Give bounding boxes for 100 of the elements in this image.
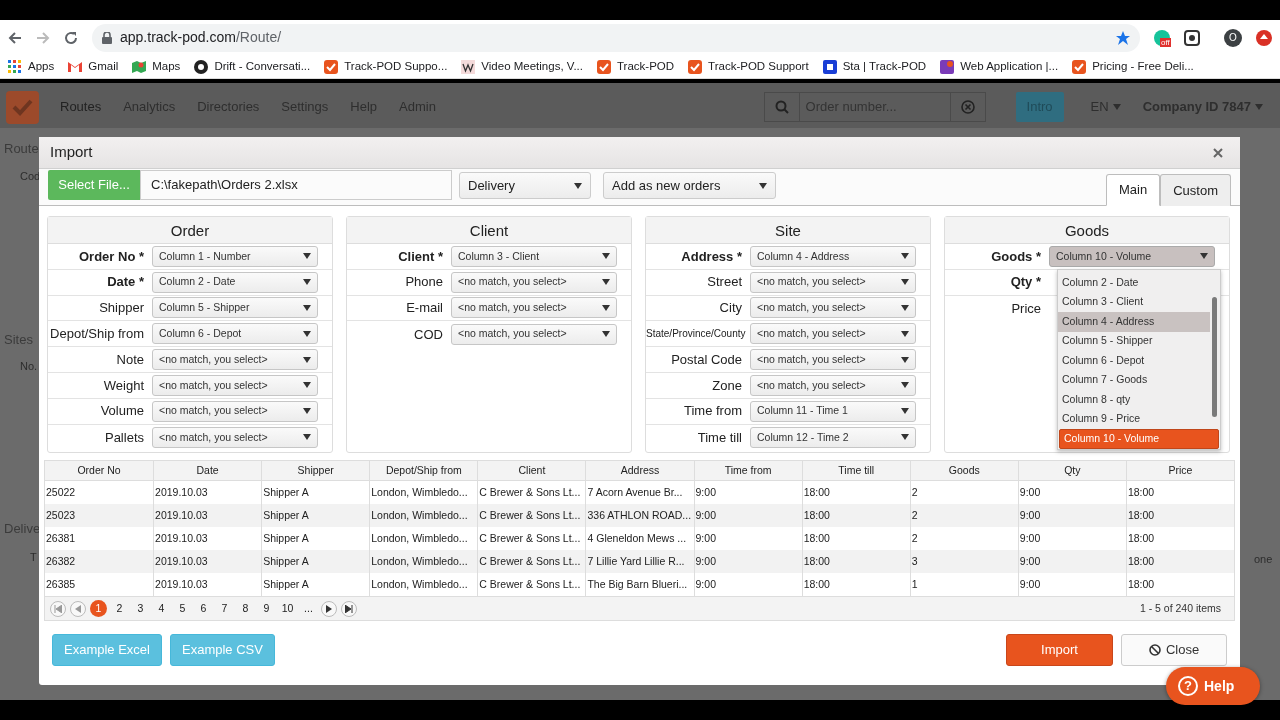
- dropdown-option[interactable]: Column 9 - Price: [1058, 409, 1210, 429]
- dropdown-option[interactable]: Column 7 - Goods: [1058, 370, 1210, 390]
- column-header[interactable]: Client: [477, 461, 586, 480]
- column-select[interactable]: <no match, you select>: [451, 271, 617, 293]
- column-select[interactable]: <no match, you select>: [750, 271, 916, 293]
- file-path-field[interactable]: C:\fakepath\Orders 2.xlsx: [140, 170, 452, 200]
- first-page-icon[interactable]: [54, 604, 62, 613]
- table-cell: 9:00: [1017, 504, 1126, 527]
- column-header[interactable]: Price: [1125, 461, 1234, 480]
- bookmark[interactable]: Track-POD Suppo...: [324, 57, 448, 76]
- table-cell-text: 25023: [45, 507, 77, 523]
- caret-icon: [901, 408, 909, 415]
- page-link[interactable]: 8: [237, 600, 254, 617]
- panel-title: Site: [646, 217, 930, 244]
- bookmark[interactable]: Drift - Conversati...: [194, 57, 311, 76]
- column-select[interactable]: Column 10 - Volume: [1049, 245, 1215, 267]
- bookmark[interactable]: Apps: [8, 57, 55, 76]
- page-link[interactable]: 10: [279, 600, 296, 617]
- column-select[interactable]: Column 6 - Depot: [152, 323, 318, 345]
- circle-icon: [194, 59, 209, 74]
- dialog-title: Import: [50, 142, 93, 163]
- panel-title: Goods: [945, 217, 1229, 244]
- star-icon[interactable]: [1116, 30, 1130, 45]
- column-select[interactable]: Column 2 - Date: [152, 271, 318, 293]
- column-select[interactable]: <no match, you select>: [451, 323, 617, 345]
- help-button[interactable]: ? Help: [1166, 667, 1260, 705]
- reload-icon[interactable]: [64, 30, 78, 45]
- import-button[interactable]: Import: [1006, 634, 1113, 666]
- page-link[interactable]: 9: [258, 600, 275, 617]
- bookmark[interactable]: Track-POD Support: [688, 57, 809, 76]
- column-header[interactable]: Date: [153, 461, 262, 480]
- clear-icon[interactable]: [960, 100, 975, 114]
- bookmark[interactable]: Track-POD: [597, 57, 675, 76]
- bookmark[interactable]: Sta | Track-POD: [822, 57, 927, 76]
- dropdown-option[interactable]: Column 4 - Address: [1058, 312, 1210, 332]
- page-link[interactable]: ...: [300, 600, 317, 617]
- scrollbar[interactable]: [1212, 297, 1217, 417]
- column-select[interactable]: <no match, you select>: [750, 349, 916, 371]
- column-header[interactable]: Shipper: [261, 461, 370, 480]
- table-cell: 18:00: [801, 504, 910, 527]
- column-header[interactable]: Qty: [1017, 461, 1126, 480]
- bookmark[interactable]: Maps: [132, 57, 181, 76]
- checkmark-icon: [324, 59, 339, 74]
- column-header[interactable]: Address: [585, 461, 694, 480]
- bookmark[interactable]: Video Meetings, V...: [461, 57, 583, 76]
- column-select[interactable]: Column 11 - Time 1: [750, 400, 916, 422]
- column-select[interactable]: <no match, you select>: [152, 400, 318, 422]
- bookmark[interactable]: Gmail: [68, 57, 119, 76]
- address-bar[interactable]: app.track-pod.com/Route/: [92, 23, 1140, 52]
- type-select[interactable]: Delivery: [459, 172, 591, 199]
- column-select[interactable]: <no match, you select>: [152, 349, 318, 371]
- column-select[interactable]: <no match, you select>: [750, 297, 916, 319]
- page-link[interactable]: 3: [132, 600, 149, 617]
- page-link[interactable]: 6: [195, 600, 212, 617]
- field-label: Date *: [106, 273, 145, 292]
- column-select[interactable]: Column 5 - Shipper: [152, 297, 318, 319]
- back-icon[interactable]: [8, 30, 22, 45]
- column-select[interactable]: <no match, you select>: [152, 426, 318, 448]
- column-header[interactable]: Depot/Ship from: [369, 461, 478, 480]
- tab[interactable]: Main: [1106, 174, 1161, 206]
- search-button[interactable]: [763, 92, 800, 122]
- block-icon: [1148, 644, 1161, 656]
- mode-select[interactable]: Add as new orders: [603, 172, 776, 199]
- update-icon[interactable]: [1256, 29, 1272, 46]
- page-link[interactable]: 2: [111, 600, 128, 617]
- extension-icon[interactable]: [1184, 29, 1200, 46]
- bookmark[interactable]: Web Application |...: [940, 57, 1059, 76]
- panel-title: Client: [347, 217, 631, 244]
- dropdown-option[interactable]: Column 8 - qty: [1058, 390, 1210, 410]
- dropdown-option[interactable]: Column 3 - Client: [1058, 292, 1210, 312]
- column-header[interactable]: Goods: [909, 461, 1018, 480]
- column-select[interactable]: Column 12 - Time 2: [750, 426, 916, 448]
- page-link[interactable]: 7: [216, 600, 233, 617]
- column-header[interactable]: Time from: [693, 461, 802, 480]
- column-header[interactable]: Order No: [45, 461, 154, 480]
- column-select[interactable]: <no match, you select>: [152, 374, 318, 396]
- dropdown-option[interactable]: Column 2 - Date: [1058, 273, 1210, 293]
- column-select[interactable]: Column 1 - Number: [152, 245, 318, 267]
- column-select[interactable]: <no match, you select>: [750, 323, 916, 345]
- dropdown-option[interactable]: Column 6 - Depot: [1058, 351, 1210, 371]
- close-button[interactable]: Close: [1121, 634, 1227, 666]
- page-link[interactable]: 1: [90, 600, 107, 617]
- field-label: Time from: [682, 402, 743, 421]
- page-link[interactable]: 5: [174, 600, 191, 617]
- column-select[interactable]: <no match, you select>: [451, 297, 617, 319]
- column-header: Cod: [20, 169, 41, 184]
- column-select[interactable]: Column 4 - Address: [750, 245, 916, 267]
- dropdown-option[interactable]: Column 10 - Volume: [1059, 429, 1219, 449]
- tab[interactable]: Custom: [1160, 174, 1231, 206]
- next-page-icon[interactable]: [325, 604, 333, 613]
- previous-page-icon[interactable]: [74, 604, 82, 613]
- profile-avatar[interactable]: O: [1224, 28, 1242, 47]
- column-select[interactable]: <no match, you select>: [750, 374, 916, 396]
- column-header[interactable]: Time till: [801, 461, 910, 480]
- dropdown-option[interactable]: Column 5 - Shipper: [1058, 331, 1210, 351]
- table-cell: 18:00: [801, 550, 910, 573]
- page-link[interactable]: 4: [153, 600, 170, 617]
- column-select[interactable]: Column 3 - Client: [451, 245, 617, 267]
- last-page-icon[interactable]: [345, 604, 353, 613]
- bookmark[interactable]: Pricing - Free Deli...: [1072, 57, 1194, 76]
